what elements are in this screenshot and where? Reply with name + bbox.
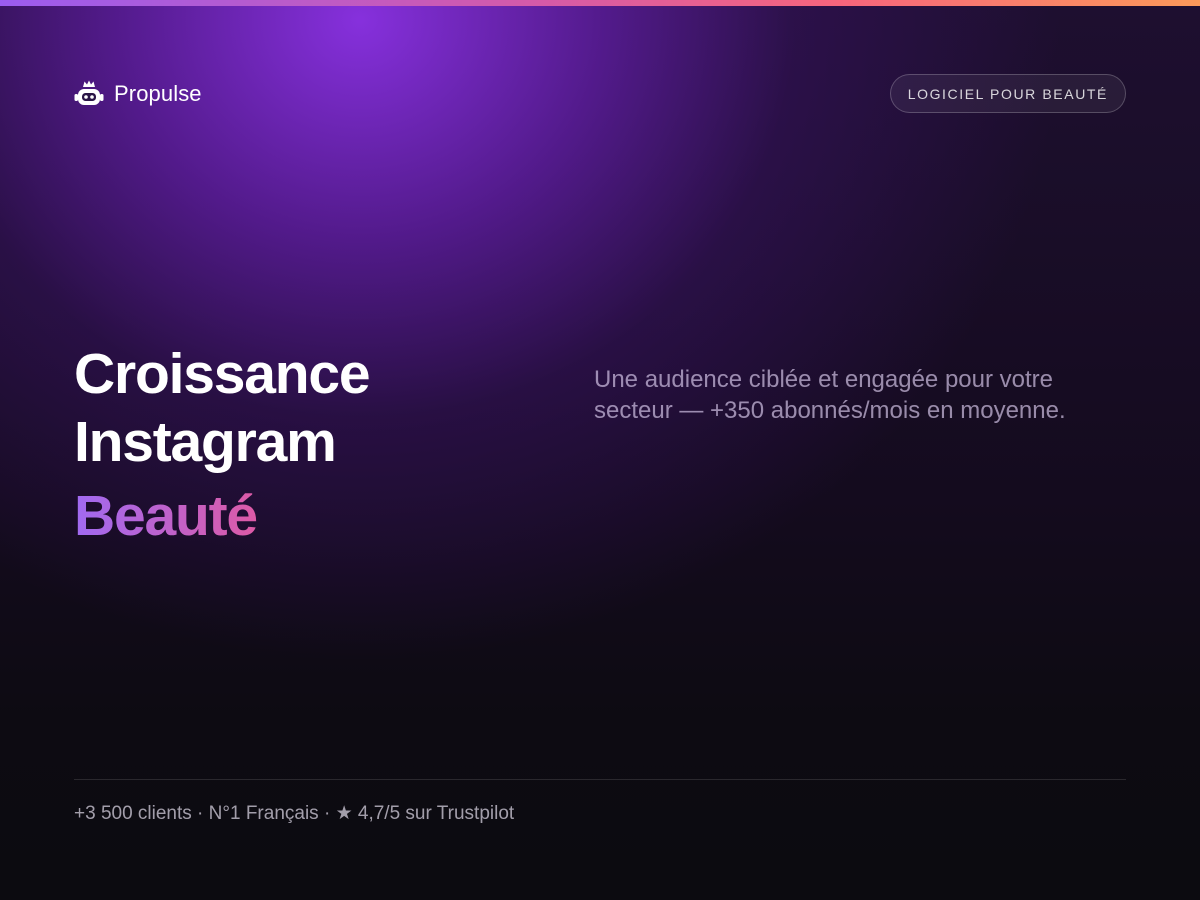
page-background: Propulse LOGICIEL POUR BEAUTÉ Croissance… [0, 0, 1200, 900]
hero-title-line2: Instagram [74, 410, 337, 474]
hero-title-accent: Beauté [74, 482, 534, 550]
top-gradient-bar [0, 0, 1200, 6]
footer-divider [74, 779, 1126, 780]
brand-name: Propulse [114, 81, 202, 106]
brand-logo[interactable]: Propulse [74, 80, 202, 108]
category-badge[interactable]: LOGICIEL POUR BEAUTÉ [889, 74, 1126, 113]
hero-subtitle: Une audience ciblée et engagée pour votr… [594, 366, 1066, 424]
social-proof-stats: +3 500 clients · N°1 Français · ★ 4,7/5 … [74, 803, 515, 824]
hero-title: Croissance Instagram Beauté [74, 340, 534, 550]
hero-title-line1: Croissance [74, 342, 371, 406]
robot-crown-icon [74, 80, 104, 108]
